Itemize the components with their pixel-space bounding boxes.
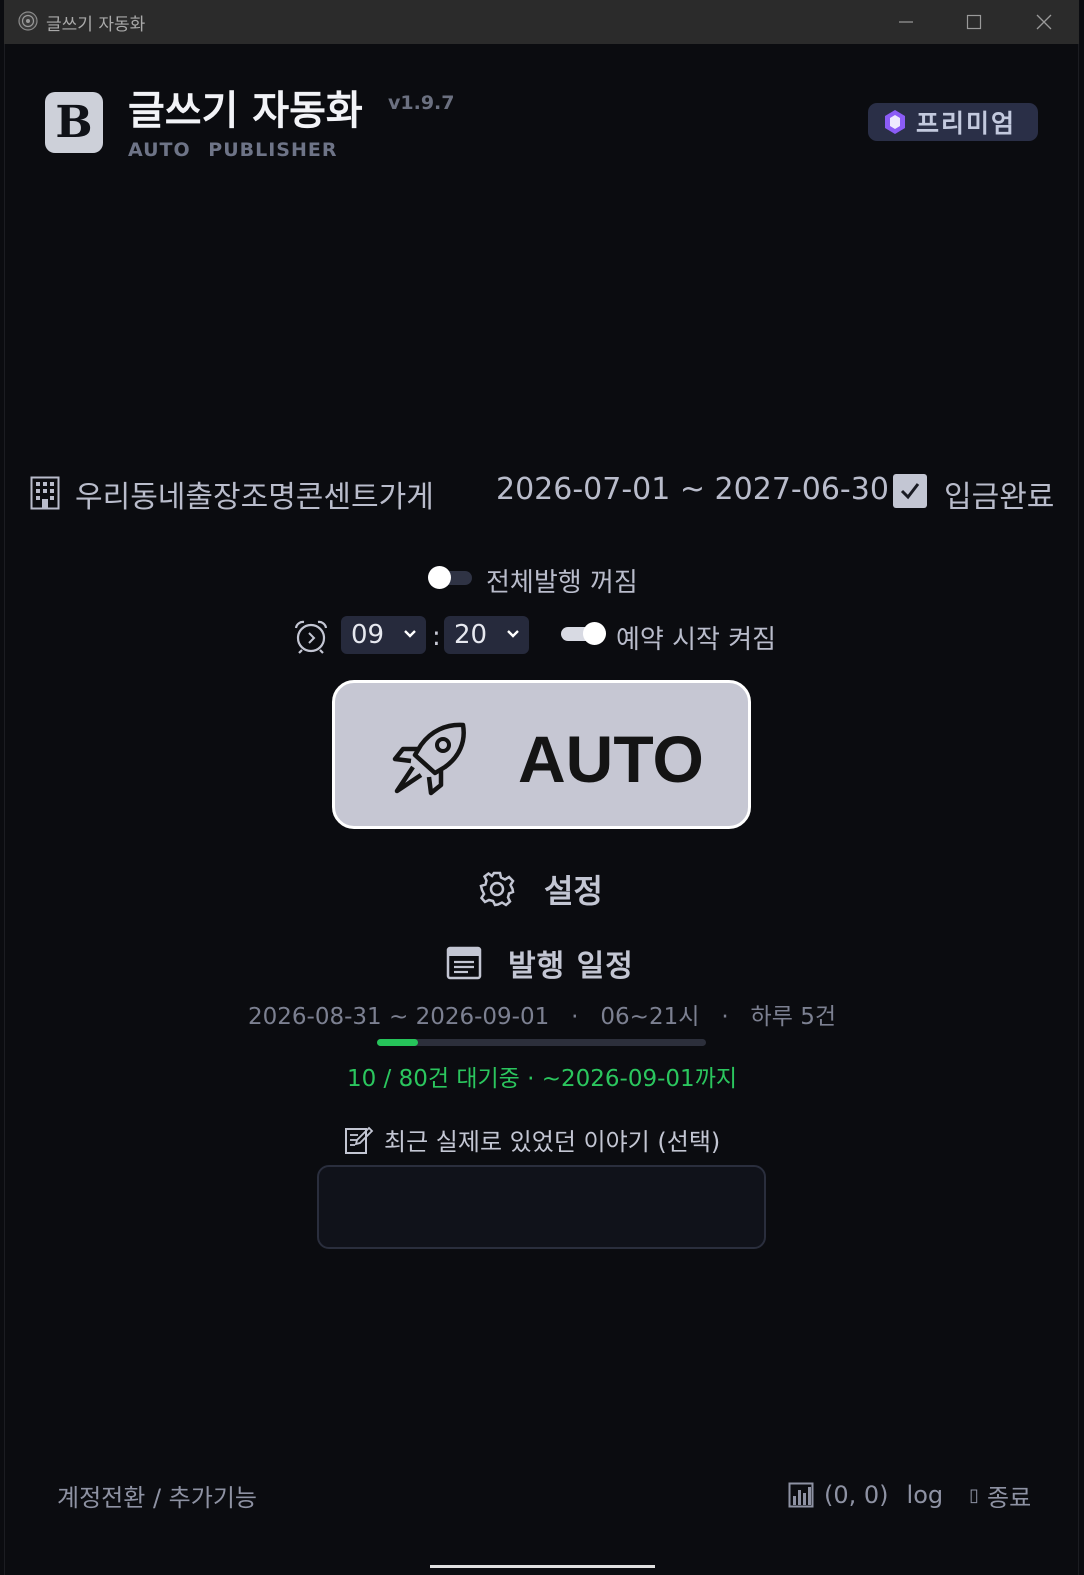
toggle-knob [583, 622, 606, 645]
app-window-icon [18, 11, 38, 31]
close-button[interactable] [1014, 6, 1074, 38]
gear-icon [479, 871, 515, 907]
time-separator: : [432, 622, 441, 652]
progress-fill [377, 1039, 419, 1046]
chevron-down-icon [404, 630, 416, 638]
maximize-icon [966, 14, 982, 30]
schedule-label: 발행 일정 [508, 949, 634, 984]
bottom-indicator [430, 1565, 655, 1568]
premium-badge: 프리미엄 [868, 103, 1038, 141]
exit-icon: ▯ [969, 1484, 980, 1506]
schedule-info: 2026-08-31 ~ 2026-09-01 · 06~21시 · 하루 5건 [248, 1004, 836, 1030]
auto-start-button[interactable]: AUTO [332, 680, 751, 829]
settings-button[interactable]: 설정 [478, 866, 603, 912]
minimize-button[interactable] [876, 6, 936, 38]
account-switch-link[interactable]: 계정전환 / 추가기능 [57, 1478, 257, 1513]
app-title: 글쓰기 자동화 [128, 88, 363, 134]
app-subtitle: AUTO PUBLISHER [128, 139, 338, 161]
log-button[interactable]: log [907, 1481, 944, 1509]
check-icon [900, 483, 920, 500]
edit-note-icon [345, 1126, 374, 1154]
publish-all-label: 전체발행 꺼짐 [486, 568, 638, 598]
store-name: 우리동네출장조명콘센트가게 [75, 480, 434, 515]
schedule-header: 발행 일정 [446, 940, 634, 986]
queue-status: 10 / 80건 대기중 · ~2026-09-01까지 [346, 1066, 738, 1092]
exit-button[interactable]: 종료 [987, 1478, 1031, 1513]
newspaper-icon [446, 946, 482, 980]
maximize-button[interactable] [944, 6, 1004, 38]
minute-select[interactable]: 20 [444, 616, 529, 654]
rocket-icon [392, 722, 466, 796]
bar-chart-icon[interactable] [788, 1482, 814, 1508]
app-version: v1.9.7 [388, 92, 455, 114]
alarm-clock-icon [294, 620, 328, 654]
close-icon [1036, 14, 1052, 30]
chevron-down-icon [507, 630, 519, 638]
account-info-row: 우리동네출장조명콘센트가게 2026-07-01 ~ 2027-06-30 입금… [30, 470, 1060, 515]
footer-actions: (0, 0) log ▯ 종료 [788, 1478, 1031, 1512]
hour-select[interactable]: 09 [341, 616, 426, 654]
contract-period: 2026-07-01 ~ 2027-06-30 [496, 472, 889, 507]
reservation-toggle[interactable] [561, 622, 606, 645]
schedule-progress-bar [377, 1039, 706, 1046]
auto-button-label: AUTO [518, 722, 704, 796]
story-label: 최근 실제로 있었던 이야기 (선택) [384, 1128, 721, 1156]
toggle-knob [428, 566, 451, 589]
publish-all-toggle[interactable] [428, 566, 472, 589]
story-label-row: 최근 실제로 있었던 이야기 (선택) [344, 1122, 720, 1157]
paid-checkbox[interactable] [893, 474, 927, 508]
gem-icon [885, 110, 905, 134]
coordinates-readout: (0, 0) [824, 1481, 889, 1509]
building-icon [30, 476, 60, 510]
reservation-label: 예약 시작 켜짐 [616, 625, 777, 655]
minimize-icon [899, 21, 913, 23]
window-title: 글쓰기 자동화 [46, 15, 146, 35]
app-logo: B [45, 92, 103, 153]
story-textarea[interactable] [317, 1165, 766, 1249]
paid-label: 입금완료 [944, 480, 1055, 515]
settings-label: 설정 [544, 872, 603, 910]
window-titlebar: 글쓰기 자동화 [4, 0, 1079, 44]
